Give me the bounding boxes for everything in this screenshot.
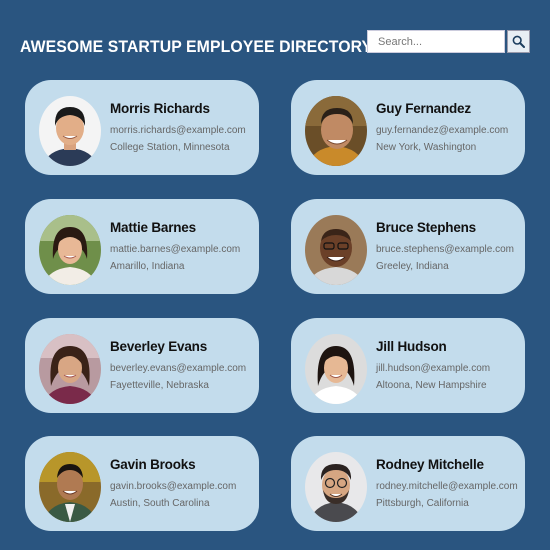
employee-location: College Station, Minnesota xyxy=(110,142,230,153)
avatar xyxy=(39,452,101,522)
employee-email: gavin.brooks@example.com xyxy=(110,481,237,492)
employee-name: Jill Hudson xyxy=(376,339,447,354)
employee-card[interactable]: Beverley Evans beverley.evans@example.co… xyxy=(25,318,259,413)
employee-name: Mattie Barnes xyxy=(110,220,196,235)
employee-email: beverley.evans@example.com xyxy=(110,363,247,374)
employee-location: Amarillo, Indiana xyxy=(110,261,185,272)
employee-location: Altoona, New Hampshire xyxy=(376,380,487,391)
avatar xyxy=(305,215,367,285)
avatar xyxy=(39,215,101,285)
employee-name: Rodney Mitchelle xyxy=(376,457,484,472)
employee-email: guy.fernandez@example.com xyxy=(376,125,509,136)
employee-card[interactable]: Jill Hudson jill.hudson@example.com Alto… xyxy=(291,318,525,413)
employee-card[interactable]: Gavin Brooks gavin.brooks@example.com Au… xyxy=(25,436,259,531)
employee-email: rodney.mitchelle@example.com xyxy=(376,481,518,492)
employee-location: New York, Washington xyxy=(376,142,477,153)
page-header: AWESOME STARTUP EMPLOYEE DIRECTORY xyxy=(20,30,530,62)
magnifier-icon xyxy=(512,35,525,48)
avatar xyxy=(305,452,367,522)
avatar xyxy=(39,334,101,404)
employee-location: Austin, South Carolina xyxy=(110,498,210,509)
employee-name: Beverley Evans xyxy=(110,339,208,354)
employee-name: Bruce Stephens xyxy=(376,220,476,235)
avatar xyxy=(305,96,367,166)
search-input[interactable] xyxy=(367,30,505,53)
page-title: AWESOME STARTUP EMPLOYEE DIRECTORY xyxy=(20,37,373,56)
employee-card[interactable]: Guy Fernandez guy.fernandez@example.com … xyxy=(291,80,525,175)
search-button[interactable] xyxy=(507,30,530,53)
employee-name: Gavin Brooks xyxy=(110,457,196,472)
employee-card[interactable]: Rodney Mitchelle rodney.mitchelle@exampl… xyxy=(291,436,525,531)
employee-card[interactable]: Mattie Barnes mattie.barnes@example.com … xyxy=(25,199,259,294)
employee-grid: Morris Richards morris.richards@example.… xyxy=(25,80,525,531)
employee-email: bruce.stephens@example.com xyxy=(376,244,514,255)
employee-email: morris.richards@example.com xyxy=(110,125,246,136)
employee-card[interactable]: Bruce Stephens bruce.stephens@example.co… xyxy=(291,199,525,294)
avatar xyxy=(305,334,367,404)
employee-location: Greeley, Indiana xyxy=(376,261,449,272)
avatar xyxy=(39,96,101,166)
employee-name: Guy Fernandez xyxy=(376,101,471,116)
employee-location: Pittsburgh, California xyxy=(376,498,469,509)
employee-name: Morris Richards xyxy=(110,101,210,116)
employee-card[interactable]: Morris Richards morris.richards@example.… xyxy=(25,80,259,175)
employee-email: jill.hudson@example.com xyxy=(376,363,491,374)
employee-email: mattie.barnes@example.com xyxy=(110,244,241,255)
employee-location: Fayetteville, Nebraska xyxy=(110,380,209,391)
